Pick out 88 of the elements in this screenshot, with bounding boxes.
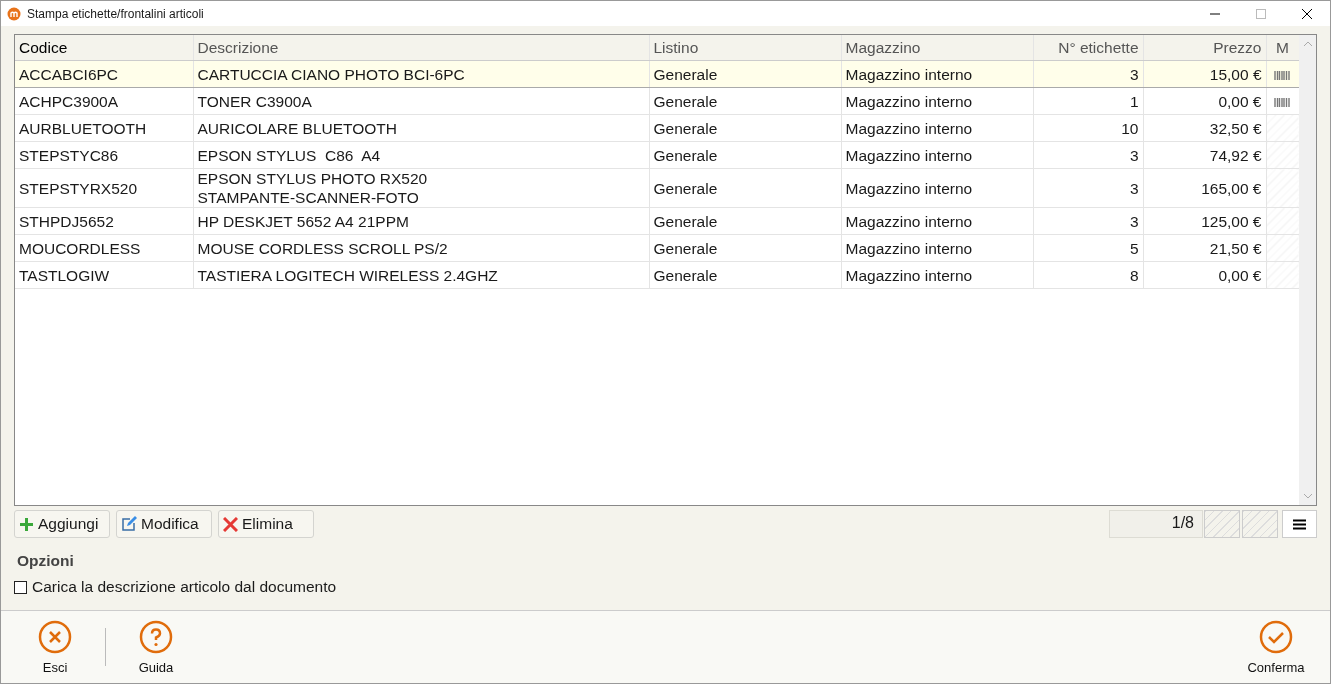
column-header[interactable]: Magazzino [841,35,1033,61]
menu-icon [1293,518,1306,530]
table-cell: 165,00 € [1143,168,1266,208]
help-icon [139,619,173,654]
check-circle-icon [1259,619,1293,654]
close-button[interactable]: Esci [23,619,87,675]
table-row[interactable]: MOUCORDLESS MOUSE CORDLESS SCROLL PS/2 Generale Magazzino interno 5 21,50 € [15,234,1299,262]
column-header[interactable]: Prezzo [1143,35,1266,61]
table-cell: 0,00 € [1143,87,1266,115]
table-cell: 21,50 € [1143,234,1266,262]
checkbox[interactable] [14,580,27,594]
table-row[interactable]: AURBLUETOOTH AURICOLARE BLUETOOTH Generale Magazzino interno 10 32,50 € [15,114,1299,142]
table-cell: TONER C3900A [193,87,649,115]
table-cell: Magazzino interno [841,141,1033,169]
table-cell: Generale [649,60,841,88]
table-row[interactable]: TASTLOGIW TASTIERA LOGITECH WIRELESS 2.4GHZ Generale Magazzino interno 8 0,00 € [15,261,1299,289]
option-checkbox[interactable]: Carica la descrizione articolo dal documento [14,578,1317,597]
scrollbar[interactable] [1299,35,1316,506]
table-row[interactable]: STEPSTYC86 EPSON STYLUS C86 A4 Generale Magazzino interno 3 74,92 € [15,141,1299,169]
table-cell: 3 [1033,141,1143,169]
confirm-button[interactable]: Conferma [1236,619,1316,675]
table-cell: Generale [649,87,841,115]
section-title: Opzioni [16,552,75,571]
table-cell: STEPSTYC86 [15,141,193,169]
table-cell: ACHPC3900A [15,87,193,115]
scroll-down-icon[interactable] [1303,494,1312,500]
close-circle-icon [38,619,72,654]
delete-button[interactable]: Elimina [218,510,314,539]
table-cell: EPSON STYLUS C86 A4 [193,141,649,169]
window-title: Stampa etichette/frontalini articoli [27,6,205,21]
record-counter: 1/8 [1109,510,1203,539]
table-cell: HP DESKJET 5652 A4 21PPM [193,207,649,235]
scroll-up-icon[interactable] [1303,41,1312,47]
table-cell: Magazzino interno [841,87,1033,115]
edit-icon [121,516,137,533]
column-header[interactable]: Codice [15,35,193,61]
table-row[interactable]: ACCABCI6PC CARTUCCIA CIANO PHOTO BCI-6PC Generale Magazzino interno 3 15,00 € [15,60,1299,88]
table-cell: TASTLOGIW [15,261,193,289]
table-cell: Magazzino interno [841,60,1033,88]
table-cell: 125,00 € [1143,207,1266,235]
table-cell: Generale [649,168,841,208]
table-cell: 32,50 € [1143,114,1266,142]
table-cell: Generale [649,234,841,262]
table-cell: Generale [649,207,841,235]
table-cell: MOUCORDLESS [15,234,193,262]
menu-button[interactable] [1282,510,1317,539]
table-cell: STEPSTYRX520 [15,168,193,208]
table-cell: 3 [1033,207,1143,235]
column-header[interactable]: M [1266,35,1299,61]
table-row[interactable]: STHPDJ5652 HP DESKJET 5652 A4 21PPM Generale Magazzino interno 3 125,00 € [15,207,1299,235]
column-header[interactable]: N° etichette [1033,35,1143,61]
plus-icon [19,516,34,532]
table-cell: AURBLUETOOTH [15,114,193,142]
add-button[interactable]: Aggiungi [14,510,110,539]
table-cell: 1 [1033,87,1143,115]
table-cell: STHPDJ5652 [15,207,193,235]
table-cell: 15,00 € [1143,60,1266,88]
table-cell: EPSON STYLUS PHOTO RX520 STAMPANTE-SCANNER-FOTO [193,168,649,208]
table-cell: 0,00 € [1143,261,1266,289]
table-cell: 5 [1033,234,1143,262]
edit-button[interactable]: Modifica [116,510,212,539]
checkbox-label: Carica la descrizione articolo dal documento [32,578,337,597]
table-row[interactable]: ACHPC3900A TONER C3900A Generale Magazzino interno 1 0,00 € [15,87,1299,115]
table-cell: Magazzino interno [841,234,1033,262]
close-icon[interactable] [1302,8,1312,19]
app-logo-icon [7,6,21,21]
table-cell: 3 [1033,60,1143,88]
table-cell: Magazzino interno [841,207,1033,235]
table-cell: AURICOLARE BLUETOOTH [193,114,649,142]
table-cell: 3 [1033,168,1143,208]
delete-icon [223,516,238,532]
table-cell: 10 [1033,114,1143,142]
table-cell: Generale [649,141,841,169]
table-cell: CARTUCCIA CIANO PHOTO BCI-6PC [193,60,649,88]
column-header[interactable]: Descrizione [193,35,649,61]
table-cell: Magazzino interno [841,261,1033,289]
table-cell: Magazzino interno [841,168,1033,208]
table-cell: TASTIERA LOGITECH WIRELESS 2.4GHZ [193,261,649,289]
table-cell: Generale [649,114,841,142]
table-row[interactable]: STEPSTYRX520 EPSON STYLUS PHOTO RX520 STAMPANTE-SCANNER-FOTO Generale Magazzino interno 3 165,00 € [15,168,1299,208]
table-cell: Magazzino interno [841,114,1033,142]
table-cell: 8 [1033,261,1143,289]
column-header[interactable]: Listino [649,35,841,61]
table-cell: ACCABCI6PC [15,60,193,88]
table-cell: MOUSE CORDLESS SCROLL PS/2 [193,234,649,262]
table-cell: Generale [649,261,841,289]
table-cell: 74,92 € [1143,141,1266,169]
help-button[interactable]: Guida [124,619,188,675]
